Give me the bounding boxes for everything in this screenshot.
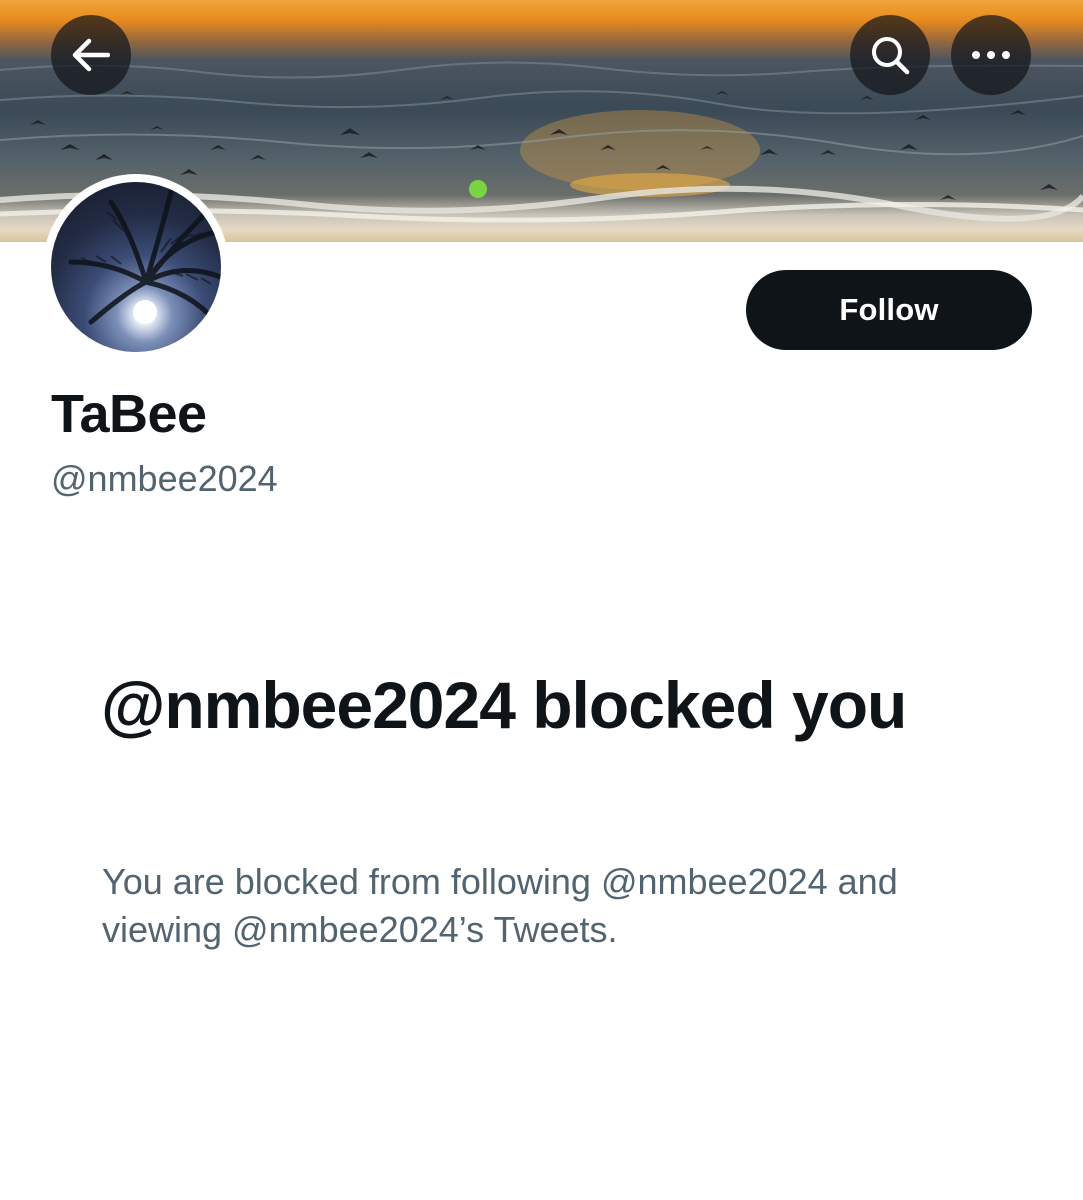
avatar-image [51, 182, 221, 352]
profile-display-name: TaBee [51, 384, 207, 444]
blocked-notice-description: You are blocked from following @nmbee202… [102, 861, 898, 950]
profile-page: Follow TaBee @nmbee2024 @nmbee2024 block… [0, 0, 1083, 1200]
avatar[interactable] [43, 174, 229, 360]
search-button[interactable] [850, 15, 930, 95]
more-horizontal-icon [972, 51, 1010, 59]
follow-button[interactable]: Follow [746, 270, 1032, 350]
profile-handle: @nmbee2024 [51, 458, 278, 499]
search-icon [872, 37, 910, 75]
back-button[interactable] [51, 15, 131, 95]
blocked-notice-title: @nmbee2024 blocked you [101, 668, 907, 742]
arrow-left-icon [72, 38, 110, 72]
more-options-button[interactable] [951, 15, 1031, 95]
palm-tree-photo [68, 189, 221, 325]
